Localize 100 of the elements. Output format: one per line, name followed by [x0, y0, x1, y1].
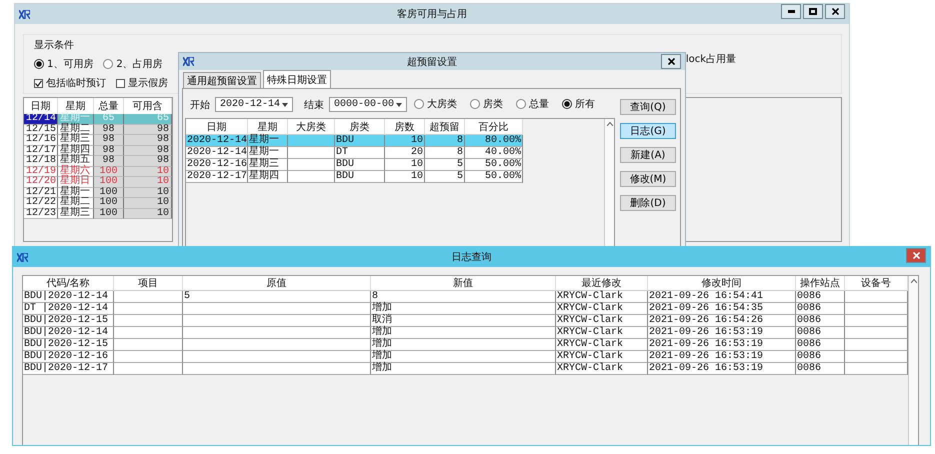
table-cell: 增加 [371, 303, 556, 315]
table-cell: 12/21 [24, 188, 58, 198]
table-cell: BDU [335, 171, 385, 183]
table-cell: 98 [124, 135, 172, 146]
column-header: 代码/名称 [23, 276, 114, 291]
table-cell: 10 [124, 208, 172, 219]
table-cell: XRYCW-Clark [556, 303, 648, 315]
table-cell: 2021-09-26 16:53:19 [648, 351, 796, 363]
column-header: 房类 [335, 119, 385, 135]
table-cell: 50.00% [465, 159, 523, 171]
table-cell: 增加 [371, 327, 556, 339]
table-cell: BDU|2020-12-14 [23, 327, 114, 339]
table-cell: DT [335, 147, 385, 159]
table-cell: 0086 [796, 315, 845, 327]
checkbox[interactable]: 包括临时预订 [34, 76, 106, 90]
table-cell: 2021-09-26 16:53:19 [648, 363, 796, 375]
close-icon [668, 58, 674, 65]
table-cell: 增加 [371, 339, 556, 351]
tab[interactable]: 通用超预留设置 [183, 72, 261, 88]
table-cell: 98 [94, 146, 124, 156]
table-cell: 20 [385, 147, 425, 159]
column-header: 星期 [248, 119, 288, 135]
table-cell: 50.00% [465, 171, 523, 183]
action-button[interactable]: 新建(A) [620, 147, 676, 163]
table-cell: 98 [124, 156, 172, 166]
column-header: 新值 [371, 276, 556, 291]
table-cell: BDU [335, 159, 385, 171]
table-cell: 10 [385, 171, 425, 183]
table-cell: XRYCW-Clark [556, 363, 648, 375]
close-icon [832, 8, 838, 15]
close-icon [912, 252, 920, 259]
table-cell: 80.00% [465, 135, 523, 147]
radio-option[interactable]: 总量 [516, 97, 549, 111]
column-header: 超预留 [425, 119, 465, 135]
radio-option[interactable]: 1、可用房 [34, 57, 94, 71]
table-cell: 98 [94, 124, 124, 135]
table-cell: 0086 [796, 291, 845, 303]
table-cell: 0086 [796, 303, 845, 315]
column-header: 房数 [385, 119, 425, 135]
table-cell: 星期三 [58, 208, 94, 219]
column-header: 日期 [24, 98, 58, 114]
radio-option[interactable]: 房类 [470, 97, 503, 111]
close-button[interactable] [661, 54, 681, 69]
app-logo-icon [17, 252, 28, 262]
table-cell: 100 [94, 188, 124, 198]
column-header: 百分比 [465, 119, 523, 135]
table-cell: 10 [124, 198, 172, 208]
date-dropdown[interactable]: 0000-00-00 [329, 97, 407, 112]
minimize-button[interactable] [781, 4, 801, 19]
column-header: 项目 [114, 276, 183, 291]
action-button[interactable]: 查询(Q) [620, 99, 676, 115]
table-cell: 12/15 [24, 124, 58, 135]
window-title: 客房可用与占用 [397, 8, 467, 21]
table-cell: 100 [94, 177, 124, 188]
dialog-title: 超预留设置 [407, 56, 457, 68]
table-cell: 星期三 [248, 159, 288, 171]
table-cell: 12/16 [24, 135, 58, 146]
checkbox[interactable]: 显示假房 [116, 76, 168, 90]
scroll-up-icon[interactable] [910, 279, 916, 283]
table-cell: 5 [183, 291, 371, 303]
table-cell: 2020-12-14 [186, 135, 248, 147]
column-header: 修改时间 [648, 276, 796, 291]
table-cell: BDU|2020-12-15 [23, 315, 114, 327]
table-cell: XRYCW-Clark [556, 327, 648, 339]
radio-option[interactable]: 所有 [562, 97, 595, 111]
caret-icon [282, 102, 288, 106]
table-cell: 10 [124, 177, 172, 188]
tab[interactable]: 特殊日期设置 [263, 70, 331, 88]
close-button[interactable] [825, 4, 845, 19]
table-cell: 10 [385, 135, 425, 147]
table-cell: 65 [94, 114, 124, 124]
minimize-icon [788, 10, 794, 13]
table-cell: 12/17 [24, 146, 58, 156]
table-cell: XRYCW-Clark [556, 351, 648, 363]
table-cell: XRYCW-Clark [556, 315, 648, 327]
column-header: 可用含 [124, 98, 172, 114]
table-cell: 2020-12-14 [186, 147, 248, 159]
table-cell: 12/20 [24, 177, 58, 188]
table-cell: XRYCW-Clark [556, 291, 648, 303]
date-dropdown[interactable]: 2020-12-14 [215, 97, 293, 112]
table-cell: 65 [124, 114, 172, 124]
table-cell: 5 [425, 171, 465, 183]
table-cell: 增加 [371, 351, 556, 363]
table-cell: BDU|2020-12-15 [23, 339, 114, 351]
table-cell: 增加 [371, 363, 556, 375]
radio-option[interactable]: 2、占用房 [103, 57, 163, 71]
table-cell: 100 [94, 166, 124, 177]
action-button[interactable]: 日志(G) [620, 123, 676, 139]
radio-option[interactable]: 大房类 [414, 97, 457, 111]
app-logo-icon [183, 57, 194, 66]
action-button[interactable]: 删除(D) [620, 195, 676, 211]
action-button[interactable]: 修改(M) [620, 171, 676, 187]
maximize-button[interactable] [803, 4, 823, 19]
table-cell: 2021-09-26 16:54:35 [648, 303, 796, 315]
column-header: 星期 [58, 98, 94, 114]
check-icon [35, 80, 42, 86]
column-header: 原值 [183, 276, 371, 291]
table-cell: 98 [124, 124, 172, 135]
scroll-up-icon[interactable] [606, 122, 612, 126]
table-cell: BDU|2020-12-16 [23, 351, 114, 363]
